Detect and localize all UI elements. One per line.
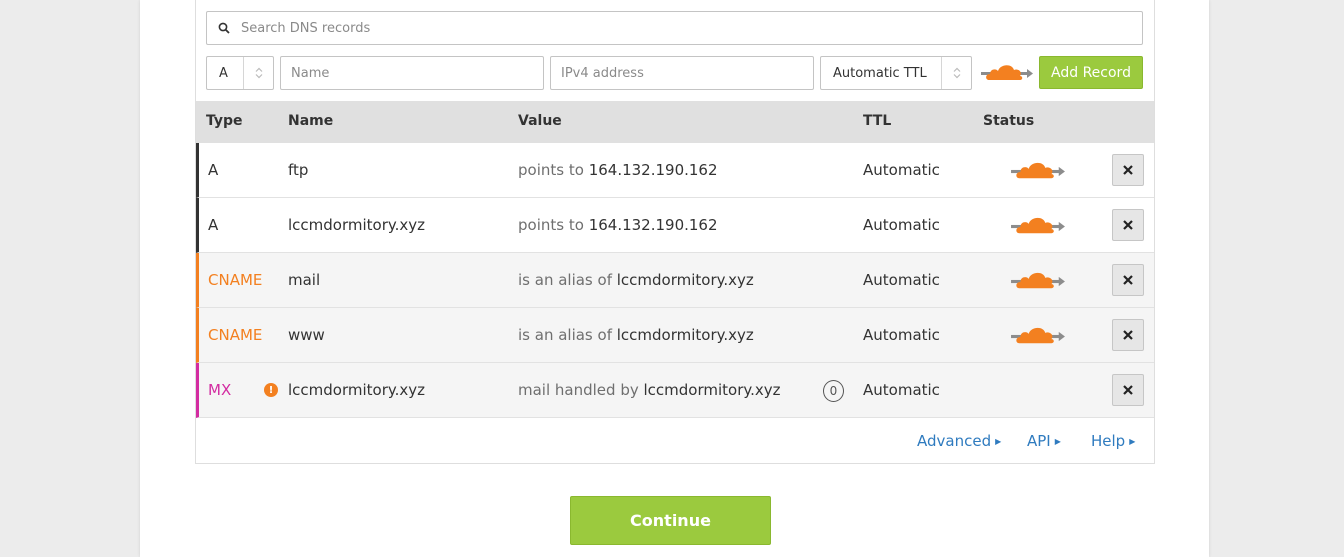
ipv4-address-input[interactable] (550, 56, 814, 90)
dns-records-list: A ftp points to 164.132.190.162 Automati… (196, 143, 1154, 418)
header-type: Type (206, 113, 243, 129)
record-type: CNAME (208, 326, 263, 344)
search-box[interactable] (206, 11, 1143, 45)
record-name[interactable]: lccmdormitory.xyz (288, 381, 425, 399)
help-link[interactable]: Help ▶ (1091, 432, 1135, 450)
select-arrows-icon (941, 57, 971, 89)
record-ttl[interactable]: Automatic (863, 216, 940, 234)
table-row: MX ! lccmdormitory.xyz mail handled by l… (196, 363, 1154, 418)
table-row: CNAME www is an alias of lccmdormitory.x… (196, 308, 1154, 363)
value-content: lccmdormitory.xyz (616, 271, 754, 289)
cloud-proxied-icon[interactable] (1010, 268, 1066, 294)
delete-record-button[interactable] (1112, 209, 1144, 241)
record-name[interactable]: mail (288, 271, 320, 289)
record-name[interactable]: lccmdormitory.xyz (288, 216, 425, 234)
close-icon (1123, 165, 1133, 175)
value-prefix: points to (518, 216, 584, 234)
record-ttl[interactable]: Automatic (863, 161, 940, 179)
value-prefix: mail handled by (518, 381, 639, 399)
dns-records-card: A Automatic TTL Add Record Type Name Val… (195, 0, 1155, 464)
header-name: Name (288, 113, 334, 129)
value-prefix: points to (518, 161, 584, 179)
search-input[interactable] (241, 13, 1142, 43)
cloud-proxied-icon[interactable] (1010, 323, 1066, 349)
close-icon (1123, 220, 1133, 230)
table-row: A ftp points to 164.132.190.162 Automati… (196, 143, 1154, 198)
record-type-value: A (219, 65, 228, 81)
value-content: 164.132.190.162 (588, 216, 718, 234)
value-content: lccmdormitory.xyz (643, 381, 781, 399)
record-value[interactable]: is an alias of lccmdormitory.xyz (518, 326, 754, 344)
record-value[interactable]: mail handled by lccmdormitory.xyz (518, 381, 781, 399)
header-status: Status (983, 113, 1035, 129)
delete-record-button[interactable] (1112, 374, 1144, 406)
help-link-label: Help (1091, 432, 1126, 450)
delete-record-button[interactable] (1112, 264, 1144, 296)
caret-right-icon: ▶ (1054, 437, 1061, 446)
page-panel: A Automatic TTL Add Record Type Name Val… (140, 0, 1209, 557)
ttl-value: Automatic TTL (833, 65, 927, 81)
continue-button[interactable]: Continue (570, 496, 771, 545)
close-icon (1123, 330, 1133, 340)
value-prefix: is an alias of (518, 326, 612, 344)
record-value[interactable]: points to 164.132.190.162 (518, 161, 718, 179)
table-row: CNAME mail is an alias of lccmdormitory.… (196, 253, 1154, 308)
record-value[interactable]: points to 164.132.190.162 (518, 216, 718, 234)
record-name[interactable]: ftp (288, 161, 308, 179)
cloud-proxied-icon[interactable] (980, 61, 1034, 85)
add-record-button[interactable]: Add Record (1039, 56, 1143, 89)
record-value[interactable]: is an alias of lccmdormitory.xyz (518, 271, 754, 289)
record-type-select[interactable]: A (206, 56, 274, 90)
advanced-link-label: Advanced (917, 432, 992, 450)
record-ttl[interactable]: Automatic (863, 326, 940, 344)
record-ttl[interactable]: Automatic (863, 381, 940, 399)
close-icon (1123, 275, 1133, 285)
cloud-proxied-icon[interactable] (1010, 158, 1066, 184)
table-header: Type Name Value TTL Status (196, 101, 1154, 143)
value-prefix: is an alias of (518, 271, 612, 289)
record-name[interactable]: www (288, 326, 325, 344)
search-icon (207, 12, 241, 44)
close-icon (1123, 385, 1133, 395)
cloud-proxied-icon[interactable] (1010, 213, 1066, 239)
record-type: CNAME (208, 271, 263, 289)
api-link-label: API (1027, 432, 1051, 450)
warning-icon[interactable]: ! (264, 383, 278, 397)
value-content: lccmdormitory.xyz (616, 326, 754, 344)
delete-record-button[interactable] (1112, 154, 1144, 186)
name-input[interactable] (280, 56, 544, 90)
ttl-select[interactable]: Automatic TTL (820, 56, 972, 90)
record-type: A (208, 161, 219, 179)
value-content: 164.132.190.162 (588, 161, 718, 179)
api-link[interactable]: API ▶ (1027, 432, 1061, 450)
delete-record-button[interactable] (1112, 319, 1144, 351)
record-ttl[interactable]: Automatic (863, 271, 940, 289)
caret-right-icon: ▶ (1129, 437, 1136, 446)
advanced-link[interactable]: Advanced ▶ (917, 432, 1001, 450)
record-type: A (208, 216, 219, 234)
header-ttl: TTL (863, 113, 892, 129)
add-record-form: A Automatic TTL Add Record (206, 56, 1143, 90)
table-row: A lccmdormitory.xyz points to 164.132.19… (196, 198, 1154, 253)
record-type: MX (208, 381, 232, 399)
mx-priority-badge[interactable]: 0 (823, 380, 844, 402)
header-value: Value (518, 113, 562, 129)
caret-right-icon: ▶ (995, 437, 1002, 446)
select-arrows-icon (243, 57, 273, 89)
